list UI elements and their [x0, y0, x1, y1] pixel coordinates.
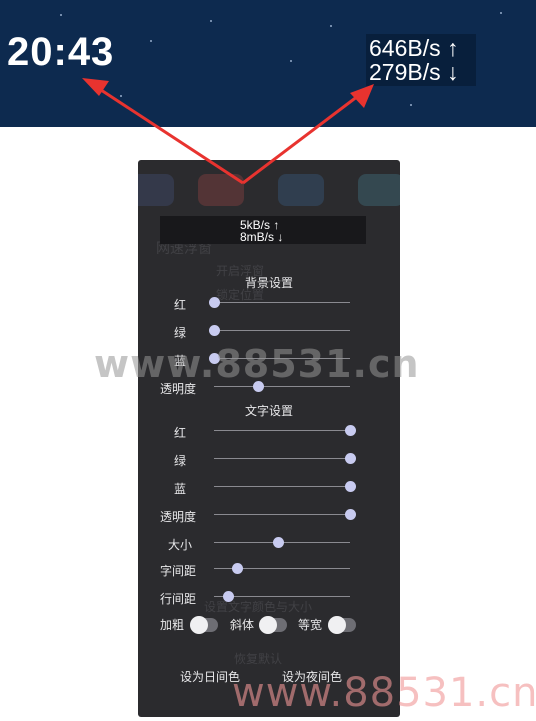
arrow-to-speed [242, 94, 359, 185]
arrow-to-clock [97, 86, 244, 185]
arrowhead-icon [350, 84, 374, 108]
annotation-arrows [82, 78, 374, 185]
